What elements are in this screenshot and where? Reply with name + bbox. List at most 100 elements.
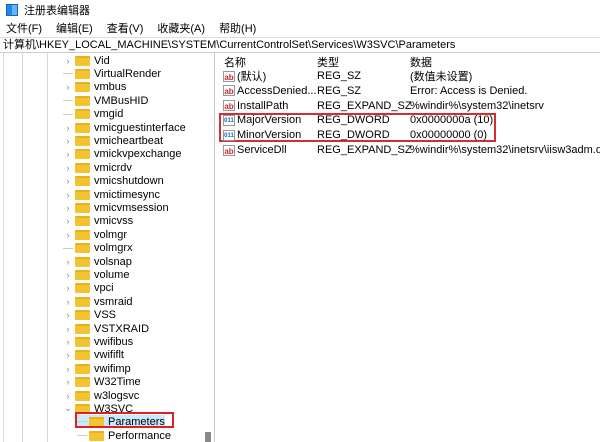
- chevron-right-icon[interactable]: ›: [63, 270, 73, 280]
- chevron-right-icon[interactable]: ›: [63, 56, 73, 66]
- tree-item[interactable]: › vmickvpexchange: [63, 148, 182, 161]
- chevron-right-icon[interactable]: ›: [63, 283, 73, 293]
- chevron-right-icon[interactable]: ›: [63, 203, 73, 213]
- tree-item[interactable]: › vmbus: [63, 81, 127, 94]
- binary-value-icon: 011: [223, 114, 235, 126]
- chevron-right-icon[interactable]: ›: [63, 364, 73, 374]
- folder-icon: [75, 350, 90, 361]
- value-row[interactable]: ab ServiceDll REG_EXPAND_SZ %windir%\system…: [219, 143, 600, 157]
- value-data: 0x00000000 (0): [410, 129, 488, 142]
- chevron-right-icon[interactable]: ›: [63, 324, 73, 334]
- selected-key-highlight: [75, 412, 174, 428]
- chevron-right-icon[interactable]: ›: [63, 190, 73, 200]
- folder-icon: [75, 243, 90, 254]
- folder-icon: [75, 296, 90, 307]
- tree-pane: › Vid VirtualRender › vmbus VMBusHID vmgid › vmi…: [0, 53, 215, 442]
- tree-guide: [3, 53, 4, 442]
- chevron-right-icon[interactable]: ›: [63, 163, 73, 173]
- tree-item-label: vmicrdv: [94, 161, 132, 174]
- tree-item[interactable]: › w3logsvc: [63, 389, 140, 402]
- chevron-right-icon[interactable]: ›: [63, 123, 73, 133]
- folder-icon: [75, 149, 90, 160]
- folder-icon: [75, 162, 90, 173]
- tree-item[interactable]: › volume: [63, 268, 130, 281]
- tree-item[interactable]: › vwifibus: [63, 335, 134, 348]
- folder-icon: [75, 189, 90, 200]
- folder-icon: [75, 82, 90, 93]
- menu-edit[interactable]: 编辑(E): [56, 20, 93, 36]
- tree-item[interactable]: › vmicvss: [63, 215, 134, 228]
- tree-item[interactable]: › vmictimesync: [63, 188, 161, 201]
- tree-item[interactable]: › vmicrdv: [63, 161, 132, 174]
- tree-item[interactable]: › vmicheartbeat: [63, 134, 164, 147]
- folder-icon: [75, 323, 90, 334]
- tree-item-label: vmicvss: [94, 215, 134, 228]
- chevron-right-icon[interactable]: ›: [63, 391, 73, 401]
- chevron-right-icon[interactable]: ›: [63, 310, 73, 320]
- column-header: 名称 类型 数据: [219, 55, 599, 69]
- tree-item[interactable]: vmgid: [63, 108, 123, 121]
- tree-item[interactable]: › vwififlt: [63, 349, 124, 362]
- chevron-right-icon[interactable]: ›: [63, 176, 73, 186]
- menu-favorites[interactable]: 收藏夹(A): [157, 20, 205, 36]
- chevron-right-icon[interactable]: ›: [63, 337, 73, 347]
- folder-icon: [75, 122, 90, 133]
- menu-view[interactable]: 查看(V): [107, 20, 144, 36]
- tree-item-label: VMBusHID: [94, 94, 149, 107]
- tree-item[interactable]: › volsnap: [63, 255, 132, 268]
- folder-icon: [75, 229, 90, 240]
- chevron-right-icon[interactable]: ›: [63, 149, 73, 159]
- value-row[interactable]: ab InstallPath REG_EXPAND_SZ %windir%\syste…: [219, 99, 599, 113]
- value-row[interactable]: 011 MajorVersion REG_DWORD 0x0000000a (10): [219, 113, 599, 127]
- tree-item[interactable]: › volmgr: [63, 228, 128, 241]
- string-value-icon: ab: [223, 100, 235, 112]
- chevron-right-icon[interactable]: ›: [63, 136, 73, 146]
- folder-icon: [75, 216, 90, 227]
- chevron-right-icon[interactable]: ›: [63, 297, 73, 307]
- value-row[interactable]: 011 MinorVersion REG_DWORD 0x00000000 (0): [219, 128, 599, 142]
- folder-icon: [75, 310, 90, 321]
- chevron-down-icon[interactable]: ⌄: [63, 403, 73, 414]
- tree-item-label: vwififlt: [94, 349, 124, 362]
- tree-guide: [47, 53, 48, 442]
- chevron-right-icon[interactable]: ›: [63, 82, 73, 92]
- tree-item[interactable]: › W32Time: [63, 376, 141, 389]
- chevron-right-icon[interactable]: ›: [63, 350, 73, 360]
- tree-item[interactable]: › vmicguestinterface: [63, 121, 186, 134]
- scrollbar-thumb[interactable]: [205, 432, 211, 442]
- tree-scrollbar[interactable]: [204, 53, 212, 442]
- value-row[interactable]: ab (默认) REG_SZ (数值未设置): [219, 69, 599, 83]
- value-type: REG_SZ: [317, 70, 362, 82]
- address-bar[interactable]: 计算机\HKEY_LOCAL_MACHINE\SYSTEM\CurrentCon…: [0, 37, 600, 53]
- value-data: %windir%\system32\inetsrv: [410, 99, 544, 112]
- binary-value-icon: 011: [223, 129, 235, 141]
- tree-item[interactable]: › VSS: [63, 309, 117, 322]
- value-data: 0x0000000a (10): [410, 114, 494, 127]
- tree-item[interactable]: › vmicvmsession: [63, 201, 169, 214]
- tree-item-label: vmicvmsession: [94, 201, 169, 214]
- tree-item-label: vmicshutdown: [94, 175, 164, 188]
- tree-item[interactable]: › Vid: [63, 54, 110, 67]
- tree-item-label: vmickvpexchange: [94, 148, 182, 161]
- tree-item[interactable]: VMBusHID: [63, 94, 148, 107]
- tree-item[interactable]: › vmicshutdown: [63, 175, 164, 188]
- tree-item[interactable]: VirtualRender: [63, 67, 161, 80]
- chevron-right-icon[interactable]: ›: [63, 377, 73, 387]
- menu-bar: 文件(F) 编辑(E) 查看(V) 收藏夹(A) 帮助(H): [0, 20, 270, 36]
- tree-item-label: Vid: [94, 54, 110, 67]
- value-row[interactable]: ab AccessDenied... REG_SZ Error: Access is …: [219, 84, 599, 98]
- menu-file[interactable]: 文件(F): [6, 20, 42, 36]
- value-type: REG_SZ: [317, 84, 362, 97]
- tree-item[interactable]: › vpci: [63, 282, 114, 295]
- chevron-right-icon[interactable]: ›: [63, 216, 73, 226]
- tree-item[interactable]: › VSTXRAID: [63, 322, 150, 335]
- chevron-right-icon[interactable]: ›: [63, 230, 73, 240]
- chevron-right-icon[interactable]: ›: [63, 257, 73, 267]
- tree-item[interactable]: volmgrx: [63, 242, 133, 255]
- column-type[interactable]: 类型: [317, 54, 339, 70]
- folder-icon: [75, 135, 90, 146]
- tree-item-performance[interactable]: Performance: [77, 429, 171, 442]
- menu-help[interactable]: 帮助(H): [219, 20, 256, 36]
- tree-item[interactable]: › vwifimp: [63, 362, 131, 375]
- tree-item[interactable]: › vsmraid: [63, 295, 133, 308]
